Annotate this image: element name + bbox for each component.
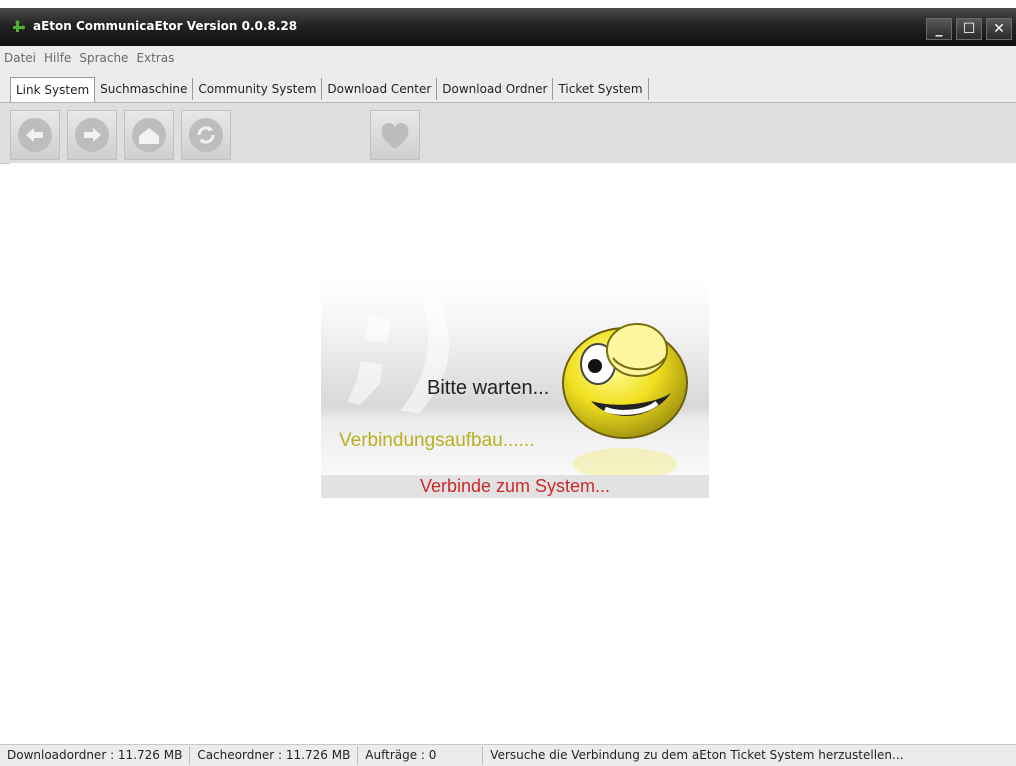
status-jobs: Aufträge : 0 [358, 746, 484, 765]
menu-extras[interactable]: Extras [132, 51, 178, 65]
tab-bar: Link System Suchmaschine Community Syste… [0, 70, 1016, 103]
status-download-folder: Downloadordner : 11.726 MB [0, 746, 191, 765]
home-icon [132, 118, 166, 152]
refresh-button[interactable] [181, 110, 231, 160]
tab-download-center[interactable]: Download Center [322, 78, 438, 100]
forward-icon [75, 118, 109, 152]
tab-link-system[interactable]: Link System [10, 76, 96, 103]
back-icon [18, 118, 52, 152]
refresh-icon [189, 118, 223, 152]
wait-text: Bitte warten... [427, 377, 550, 399]
tab-ticket-system[interactable]: Ticket System [553, 78, 649, 100]
toolbar [0, 102, 1016, 164]
close-icon: ✕ [993, 21, 1005, 37]
top-edge [0, 0, 1016, 8]
home-button[interactable] [124, 110, 174, 160]
smiley-watermark: ;) [336, 278, 473, 433]
back-button[interactable] [10, 110, 60, 160]
status-message: Versuche die Verbindung zu dem aEton Tic… [490, 748, 904, 762]
connect-system-text: Verbinde zum System... [321, 475, 709, 498]
menu-hilfe[interactable]: Hilfe [40, 51, 75, 65]
close-button[interactable]: ✕ [986, 18, 1012, 40]
menu-sprache[interactable]: Sprache [75, 51, 132, 65]
forward-button[interactable] [67, 110, 117, 160]
minimize-button[interactable]: _ [926, 18, 952, 40]
favorite-heart-icon [381, 122, 409, 149]
menu-datei[interactable]: Datei [0, 51, 40, 65]
status-bar: Downloadordner : 11.726 MB Cacheordner :… [0, 744, 1016, 766]
tab-suchmaschine[interactable]: Suchmaschine [95, 78, 194, 100]
app-puzzle-icon [13, 20, 25, 32]
connecting-text: Verbindungsaufbau...... [339, 430, 535, 451]
menu-bar: Datei Hilfe Sprache Extras [0, 46, 1016, 70]
title-bar[interactable]: aEton CommunicaEtor Version 0.0.8.28 _ ☐… [0, 8, 1016, 46]
status-cache-folder: Cacheordner : 11.726 MB [190, 746, 359, 765]
maximize-button[interactable]: ☐ [956, 18, 982, 40]
window-title: aEton CommunicaEtor Version 0.0.8.28 [33, 19, 298, 33]
tab-community-system[interactable]: Community System [193, 78, 323, 100]
minimize-icon: _ [935, 21, 943, 37]
favorites-button[interactable] [370, 110, 420, 160]
winking-smiley-icon [562, 323, 688, 480]
tab-download-ordner[interactable]: Download Ordner [437, 78, 554, 100]
connection-splash: ;) Bitte warten... Verbindungsaufbau....… [321, 278, 709, 498]
maximize-icon: ☐ [962, 21, 976, 37]
